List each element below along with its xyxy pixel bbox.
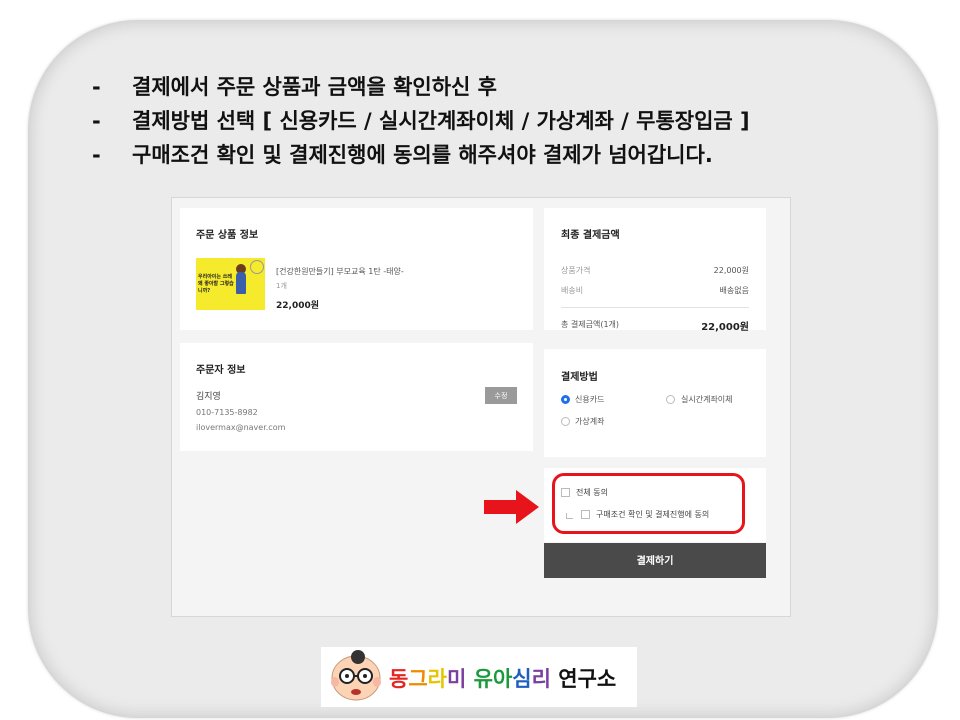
product-name[interactable]: [건강한원만들기] 부모교육 1탄 -태양- (276, 266, 404, 277)
checkout-screenshot: 주문 상품 정보 우리아이는 쓰레 왜 좋아할 그렇습니까? [건강한원만들기]… (171, 197, 791, 617)
summary-divider (561, 307, 749, 308)
logo-text: 동그라미 유아심리 연구소 (389, 663, 616, 693)
final-amount-title: 최종 결제금액 (561, 230, 620, 241)
instruction-text: 결제에서 주문 상품과 금액을 확인하신 후 (132, 75, 497, 99)
instruction-item: - 결제에서 주문 상품과 금액을 확인하신 후 (92, 70, 750, 104)
product-price-label: 상품가격 (561, 266, 591, 275)
logo-char: 유 (473, 667, 493, 691)
product-price-row: 상품가격 22,000원 (561, 265, 749, 276)
radio-realtime-transfer[interactable] (666, 395, 675, 404)
virtual-account-label[interactable]: 가상계좌 (575, 416, 604, 427)
shipping-value: 배송없음 (719, 286, 749, 295)
agreement-highlight-box (552, 473, 745, 534)
logo-char (466, 667, 473, 691)
logo-char: 라 (427, 667, 447, 691)
child-figure (236, 272, 246, 294)
instruction-text: 구매조건 확인 및 결제진행에 동의를 해주셔야 결제가 넘어갑니다. (132, 143, 713, 167)
payment-method-panel: 결제방법 신용카드 실시간계좌이체 가상계좌 (544, 349, 766, 457)
logo: 동그라미 유아심리 연구소 (321, 647, 637, 707)
orderer-info-title: 주문자 정보 (196, 365, 246, 376)
product-quantity: 1개 (276, 282, 287, 290)
red-arrow-icon (484, 490, 539, 524)
logo-char: 연구소 (558, 667, 617, 691)
orderer-email: ilovermax@naver.com (196, 423, 286, 432)
total-row: 총 결제금액(1개) 22,000원 (561, 319, 749, 333)
bullet-dash: - (92, 75, 101, 99)
instruction-text: 결제방법 선택 [ 신용카드 / 실시간계좌이체 / 가상계좌 / 무통장입금 … (132, 109, 750, 133)
realtime-transfer-label[interactable]: 실시간계좌이체 (681, 394, 733, 405)
logo-char: 심 (512, 667, 532, 691)
order-product-title: 주문 상품 정보 (196, 230, 259, 241)
orderer-phone: 010-7135-8982 (196, 408, 258, 417)
product-thumbnail[interactable]: 우리아이는 쓰레 왜 좋아할 그렇습니까? (196, 258, 265, 310)
credit-card-label[interactable]: 신용카드 (575, 394, 604, 405)
orderer-info-panel: 주문자 정보 김지영 010-7135-8982 ilovermax@naver… (180, 343, 533, 451)
shipping-row: 배송비 배송없음 (561, 285, 749, 296)
mascot-face-icon (331, 650, 381, 701)
logo-char: 아 (492, 667, 513, 691)
instruction-item: - 구매조건 확인 및 결제진행에 동의를 해주셔야 결제가 넘어갑니다. (92, 138, 750, 172)
final-amount-panel: 최종 결제금액 상품가격 22,000원 배송비 배송없음 총 결제금액(1개)… (544, 208, 766, 333)
edit-orderer-button[interactable]: 수정 (485, 387, 517, 404)
logo-char: 리 (531, 667, 551, 691)
orderer-name: 김지영 (196, 392, 221, 402)
logo-char: 동 (389, 667, 409, 691)
radio-virtual-account[interactable] (561, 417, 570, 426)
radio-credit-card[interactable] (561, 395, 570, 404)
order-product-panel: 주문 상품 정보 우리아이는 쓰레 왜 좋아할 그렇습니까? [건강한원만들기]… (180, 208, 533, 330)
bullet-dash: - (92, 109, 101, 133)
shipping-label: 배송비 (561, 286, 584, 295)
sun-icon (250, 260, 264, 274)
pay-button[interactable]: 결제하기 (544, 543, 766, 578)
total-value: 22,000원 (701, 322, 749, 333)
total-label: 총 결제금액(1개) (561, 320, 620, 329)
payment-method-title: 결제방법 (561, 372, 598, 383)
bullet-dash: - (92, 143, 101, 167)
product-price: 22,000원 (276, 301, 320, 311)
logo-char: 그 (408, 667, 428, 691)
product-price-value: 22,000원 (713, 266, 749, 275)
thumbnail-caption: 우리아이는 쓰레 왜 좋아할 그렇습니까? (198, 274, 234, 294)
instruction-item: - 결제방법 선택 [ 신용카드 / 실시간계좌이체 / 가상계좌 / 무통장입금… (92, 104, 750, 138)
instruction-list: - 결제에서 주문 상품과 금액을 확인하신 후 - 결제방법 선택 [ 신용카드 … (92, 70, 750, 172)
logo-char: 미 (446, 667, 467, 691)
